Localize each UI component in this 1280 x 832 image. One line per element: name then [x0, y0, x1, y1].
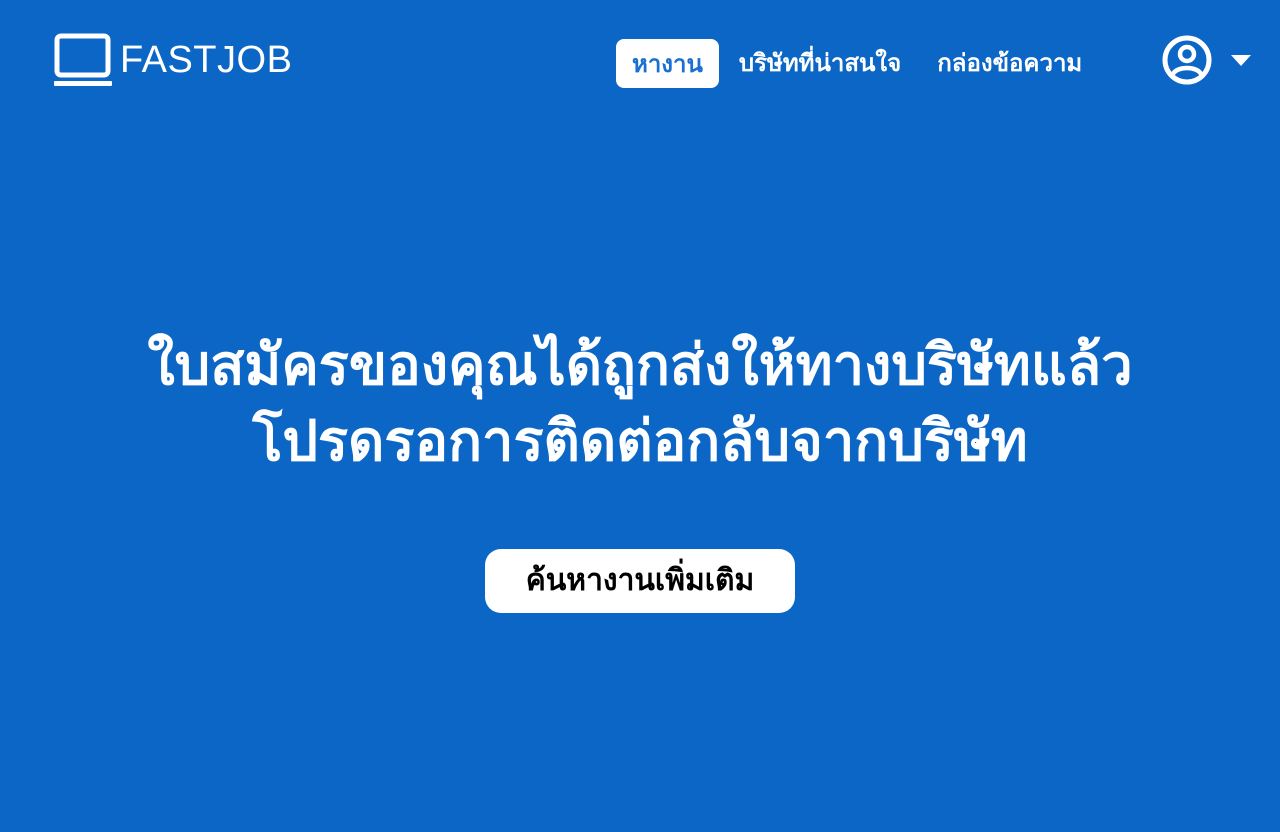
confirmation-message: ใบสมัครของคุณได้ถูกส่งให้ทางบริษัทแล้ว โ…	[0, 328, 1280, 480]
account-menu-button[interactable]	[1162, 35, 1251, 85]
search-more-jobs-button[interactable]: ค้นหางานเพิ่มเติม	[485, 549, 795, 613]
main-nav: หางาน บริษัทที่น่าสนใจ กล่องข้อความ	[616, 38, 1082, 88]
nav-item-inbox[interactable]: กล่องข้อความ	[937, 38, 1082, 88]
confirmation-heading-line-2: โปรดรอการติดต่อกลับจากบริษัท	[252, 409, 1028, 474]
nav-item-find-jobs[interactable]: หางาน	[616, 38, 719, 88]
laptop-icon	[54, 33, 112, 86]
confirmation-heading-line-1: ใบสมัครของคุณได้ถูกส่งให้ทางบริษัทแล้ว	[147, 333, 1133, 398]
user-circle-icon	[1162, 35, 1212, 85]
caret-down-icon[interactable]	[1231, 53, 1251, 67]
top-navbar: FASTJOB หางาน บริษัทที่น่าสนใจ กล่องข้อค…	[0, 0, 1280, 120]
brand-name: FASTJOB	[120, 39, 293, 81]
nav-item-companies[interactable]: บริษัทที่น่าสนใจ	[739, 38, 901, 88]
brand-logo[interactable]: FASTJOB	[54, 33, 292, 87]
